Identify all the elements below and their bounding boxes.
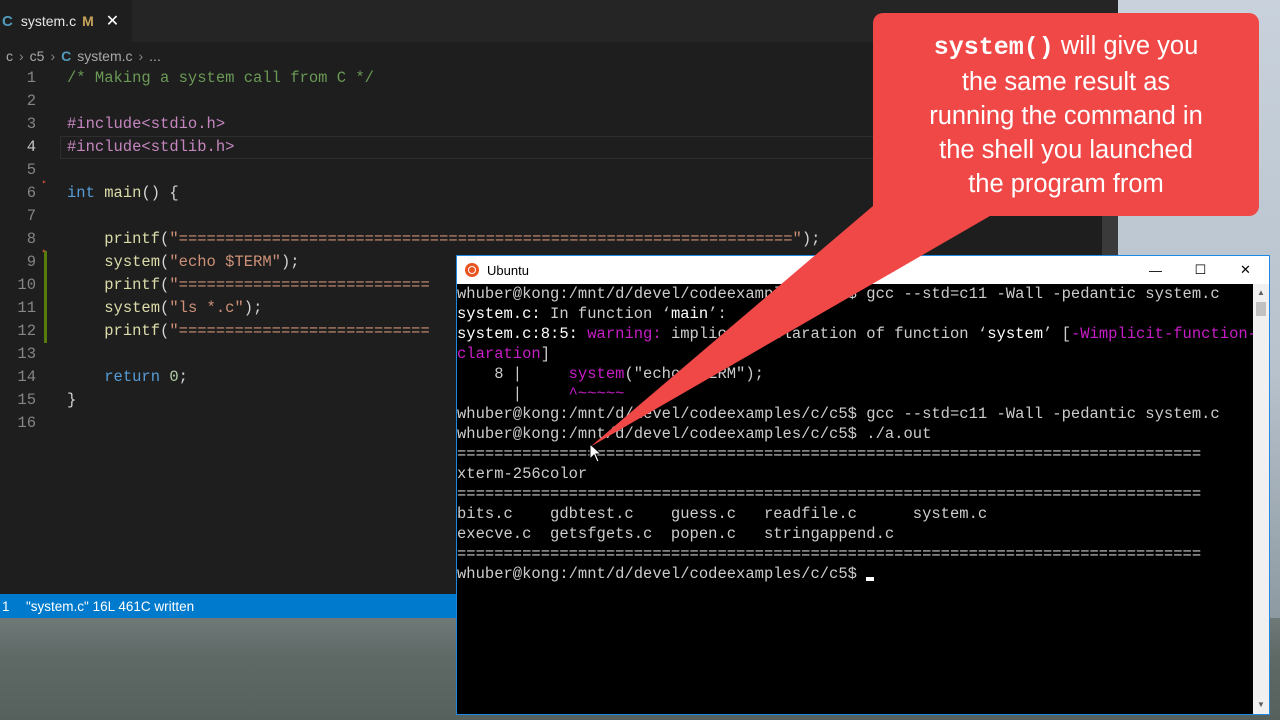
terminal-line: whuber@kong:/mnt/d/devel/codeexamples/c/… (457, 425, 932, 443)
callout-bubble: system() will give you the same result a… (873, 13, 1259, 216)
code-text[interactable]: printf("=========================== (67, 274, 430, 297)
terminal-line: whuber@kong:/mnt/d/devel/codeexamples/c/… (457, 564, 1253, 584)
code-text[interactable]: int main() { (67, 182, 179, 205)
breadcrumb-item-c[interactable]: c (6, 48, 13, 64)
breadcrumb-item-symbols[interactable]: ... (149, 48, 161, 64)
scrollbar-thumb[interactable] (1256, 302, 1266, 316)
terminal-line: xterm-256color (457, 465, 588, 483)
code-text[interactable]: system("echo $TERM"); (67, 251, 299, 274)
callout-code-word: system() (933, 32, 1054, 62)
terminal-titlebar[interactable]: Ubuntu — ☐ ✕ (457, 256, 1269, 284)
callout-text-first: will give you (1053, 31, 1199, 60)
maximize-button[interactable]: ☐ (1178, 256, 1223, 284)
line-number: 7 (26, 207, 36, 225)
scroll-up-icon[interactable]: ▲ (1257, 288, 1265, 297)
line-number: 4 (26, 138, 36, 156)
code-text[interactable]: printf("================================… (67, 228, 820, 251)
callout-line: the same result as (961, 67, 1171, 96)
terminal-line: whuber@kong:/mnt/d/devel/codeexamples/c/… (457, 285, 1220, 303)
line-number: 11 (17, 299, 36, 317)
breadcrumb-item-c5[interactable]: c5 (30, 48, 45, 64)
chevron-right-icon: › (50, 48, 56, 64)
code-text[interactable]: #include<stdio.h> (67, 113, 225, 136)
tab-system-c[interactable]: C system.c M ✕ (0, 0, 132, 42)
line-number: 14 (17, 368, 36, 386)
terminal-scrollbar[interactable]: ▲ ▼ (1253, 284, 1269, 714)
code-text[interactable]: system("ls *.c"); (67, 297, 262, 320)
close-tab-icon[interactable]: ✕ (106, 11, 119, 31)
callout-line: the program from (968, 169, 1164, 198)
code-text[interactable]: return 0; (67, 366, 188, 389)
minimize-button[interactable]: — (1133, 256, 1178, 284)
callout-line: the shell you launched (939, 135, 1193, 164)
status-number: 1 (2, 598, 10, 614)
status-message: "system.c" 16L 461C written (26, 598, 195, 614)
git-change-marker (44, 297, 47, 320)
status-bar: 1 "system.c" 16L 461C written (0, 594, 460, 618)
close-window-button[interactable]: ✕ (1223, 256, 1268, 284)
terminal-line: ========================================… (457, 485, 1202, 503)
scroll-down-icon[interactable]: ▼ (1257, 700, 1265, 709)
terminal-line: system.c: In function ‘main’: (457, 305, 727, 323)
c-file-icon: C (61, 48, 72, 64)
terminal-line: ========================================… (457, 445, 1202, 463)
code-text[interactable]: } (67, 389, 76, 412)
line-number: 9 (26, 253, 36, 271)
terminal-line: whuber@kong:/mnt/d/devel/codeexamples/c/… (457, 405, 1220, 423)
terminal-line: execve.c getsfgets.c popen.c stringappen… (457, 525, 895, 543)
modified-indicator: M (82, 13, 94, 29)
line-number: 1 (26, 69, 36, 87)
chevron-right-icon: › (138, 48, 144, 64)
line-number: 13 (17, 345, 36, 363)
breadcrumb-item-file[interactable]: system.c (77, 48, 132, 64)
terminal-line: 8 | system("echo $TERM"); (457, 365, 764, 383)
mouse-cursor-icon (589, 443, 603, 463)
line-number: 10 (17, 276, 36, 294)
callout-line: running the command in (929, 101, 1203, 130)
line-number: 5 (26, 161, 36, 179)
git-change-marker (44, 274, 47, 297)
tab-filename: system.c (20, 13, 77, 29)
code-text[interactable]: /* Making a system call from C */ (67, 67, 374, 90)
ubuntu-logo-icon (465, 263, 479, 277)
line-number: 15 (17, 391, 36, 409)
terminal-line: system.c:8:5: warning: implicit declarat… (457, 325, 1253, 343)
code-text[interactable]: #include<stdlib.h> (67, 136, 234, 159)
line-number: 8 (26, 230, 36, 248)
callout-first-line: system() will give you (873, 29, 1259, 65)
code-line[interactable]: ▸8 printf("=============================… (0, 228, 1100, 256)
code-text[interactable]: printf("=========================== (67, 320, 430, 343)
terminal-line: claration] (457, 345, 551, 363)
git-change-marker (44, 320, 47, 343)
line-number: 3 (26, 115, 36, 133)
terminal-output[interactable]: whuber@kong:/mnt/d/devel/codeexamples/c/… (457, 284, 1253, 714)
line-number: 16 (17, 414, 36, 432)
ubuntu-terminal-window[interactable]: Ubuntu — ☐ ✕ whuber@kong:/mnt/d/devel/co… (456, 255, 1270, 715)
line-number: 12 (17, 322, 36, 340)
breadcrumb: c › c5 › C system.c › ... (6, 45, 161, 67)
chevron-right-icon: › (19, 48, 24, 64)
line-number: 6 (26, 184, 36, 202)
terminal-title: Ubuntu (487, 262, 529, 278)
c-file-icon: C (2, 12, 13, 30)
git-change-marker (44, 251, 47, 274)
terminal-line: bits.c gdbtest.c guess.c readfile.c syst… (457, 505, 988, 523)
terminal-line: | ^~~~~~ (457, 385, 625, 403)
terminal-line: ========================================… (457, 545, 1202, 563)
line-number: 2 (26, 92, 36, 110)
